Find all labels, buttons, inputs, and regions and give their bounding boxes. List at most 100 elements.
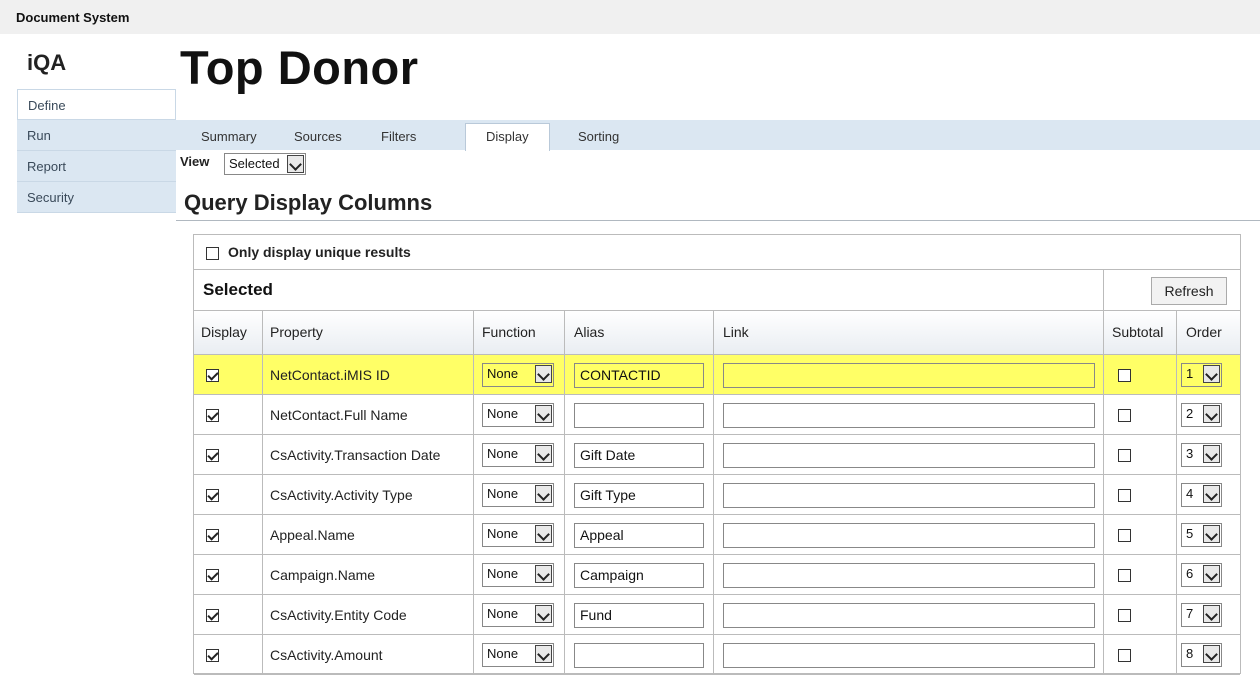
sidebar-item-report[interactable]: Report — [17, 151, 176, 182]
chevron-down-icon — [535, 525, 552, 543]
table-row: CsActivity.Activity Type None Gift Type 4 — [194, 475, 1240, 515]
selected-label: Selected — [203, 280, 273, 299]
order-select[interactable]: 6 — [1181, 563, 1222, 587]
function-value: None — [487, 566, 519, 581]
display-checkbox[interactable] — [206, 529, 219, 542]
unique-results-checkbox[interactable] — [206, 247, 219, 260]
tab-display[interactable]: Display — [465, 123, 550, 151]
page-title: Top Donor — [180, 41, 419, 94]
sidebar-item-run[interactable]: Run — [17, 120, 176, 151]
refresh-button[interactable]: Refresh — [1151, 277, 1227, 305]
view-label: View — [180, 154, 210, 169]
order-select[interactable]: 1 — [1181, 363, 1222, 387]
alias-input[interactable]: Campaign — [574, 563, 704, 588]
subtotal-checkbox[interactable] — [1118, 649, 1131, 662]
sidebar-nav: Define Run Report Security — [17, 89, 176, 213]
alias-input[interactable]: Fund — [574, 603, 704, 628]
order-select[interactable]: 5 — [1181, 523, 1222, 547]
subtotal-checkbox[interactable] — [1118, 369, 1131, 382]
alias-input[interactable]: Gift Type — [574, 483, 704, 508]
order-select[interactable]: 4 — [1181, 483, 1222, 507]
link-input[interactable] — [723, 643, 1095, 668]
chevron-down-icon — [535, 605, 552, 623]
link-input[interactable] — [723, 483, 1095, 508]
order-value: 2 — [1186, 406, 1194, 421]
display-checkbox[interactable] — [206, 569, 219, 582]
property-name: CsActivity.Transaction Date — [270, 447, 441, 463]
header-alias: Alias — [574, 324, 605, 340]
tab-strip: Summary Sources Filters Display Sorting — [176, 120, 1260, 151]
section-title: Query Display Columns — [184, 190, 433, 215]
display-checkbox[interactable] — [206, 609, 219, 622]
chevron-down-icon — [535, 365, 552, 383]
link-input[interactable] — [723, 403, 1095, 428]
function-value: None — [487, 526, 519, 541]
selected-header-row: Selected Refresh — [194, 270, 1240, 311]
link-input[interactable] — [723, 443, 1095, 468]
chevron-down-icon — [1203, 485, 1220, 503]
sidebar-item-security[interactable]: Security — [17, 182, 176, 213]
subtotal-checkbox[interactable] — [1118, 529, 1131, 542]
tab-sources[interactable]: Sources — [294, 129, 342, 144]
alias-input[interactable] — [574, 643, 704, 668]
order-select[interactable]: 3 — [1181, 443, 1222, 467]
alias-input[interactable]: CONTACTID — [574, 363, 704, 388]
sidebar-item-define[interactable]: Define — [17, 89, 176, 120]
column-divider — [1176, 311, 1177, 675]
order-select[interactable]: 8 — [1181, 643, 1222, 667]
subtotal-checkbox[interactable] — [1118, 449, 1131, 462]
table-row: Campaign.Name None Campaign 6 — [194, 555, 1240, 595]
function-value: None — [487, 366, 519, 381]
link-input[interactable] — [723, 603, 1095, 628]
table-row: NetContact.iMIS ID None CONTACTID 1 — [194, 355, 1240, 395]
property-name: Campaign.Name — [270, 567, 376, 583]
order-value: 5 — [1186, 526, 1194, 541]
display-checkbox[interactable] — [206, 409, 219, 422]
alias-input[interactable] — [574, 403, 704, 428]
header-subtotal: Subtotal — [1112, 324, 1164, 340]
function-select[interactable]: None — [482, 643, 554, 667]
function-select[interactable]: None — [482, 483, 554, 507]
column-divider — [473, 311, 474, 675]
subtotal-checkbox[interactable] — [1118, 409, 1131, 422]
property-name: NetContact.Full Name — [270, 407, 408, 423]
display-checkbox[interactable] — [206, 489, 219, 502]
order-value: 6 — [1186, 566, 1194, 581]
subtotal-checkbox[interactable] — [1118, 489, 1131, 502]
chevron-down-icon — [287, 155, 304, 173]
order-select[interactable]: 2 — [1181, 403, 1222, 427]
window-title: Document System — [16, 10, 130, 25]
order-value: 7 — [1186, 606, 1194, 621]
function-select[interactable]: None — [482, 563, 554, 587]
order-select[interactable]: 7 — [1181, 603, 1222, 627]
display-checkbox[interactable] — [206, 649, 219, 662]
link-input[interactable] — [723, 563, 1095, 588]
tab-filters[interactable]: Filters — [381, 129, 416, 144]
function-select[interactable]: None — [482, 603, 554, 627]
column-divider — [713, 311, 714, 675]
link-input[interactable] — [723, 523, 1095, 548]
tab-summary[interactable]: Summary — [201, 129, 257, 144]
function-select[interactable]: None — [482, 443, 554, 467]
display-checkbox[interactable] — [206, 449, 219, 462]
table-row: CsActivity.Transaction Date None Gift Date… — [194, 435, 1240, 475]
alias-input[interactable]: Appeal — [574, 523, 704, 548]
subtotal-checkbox[interactable] — [1118, 569, 1131, 582]
function-select[interactable]: None — [482, 523, 554, 547]
chevron-down-icon — [1203, 565, 1220, 583]
link-input[interactable] — [723, 363, 1095, 388]
table-row: Appeal.Name None Appeal 5 — [194, 515, 1240, 555]
view-select[interactable]: Selected — [224, 153, 306, 175]
subtotal-checkbox[interactable] — [1118, 609, 1131, 622]
chevron-down-icon — [535, 645, 552, 663]
column-divider — [564, 311, 565, 675]
tab-sorting[interactable]: Sorting — [578, 129, 619, 144]
alias-input[interactable]: Gift Date — [574, 443, 704, 468]
function-select[interactable]: None — [482, 363, 554, 387]
function-value: None — [487, 486, 519, 501]
sidebar: iQA Define Run Report Security — [0, 34, 176, 690]
display-checkbox[interactable] — [206, 369, 219, 382]
function-select[interactable]: None — [482, 403, 554, 427]
app-name: iQA — [27, 50, 67, 75]
function-value: None — [487, 646, 519, 661]
